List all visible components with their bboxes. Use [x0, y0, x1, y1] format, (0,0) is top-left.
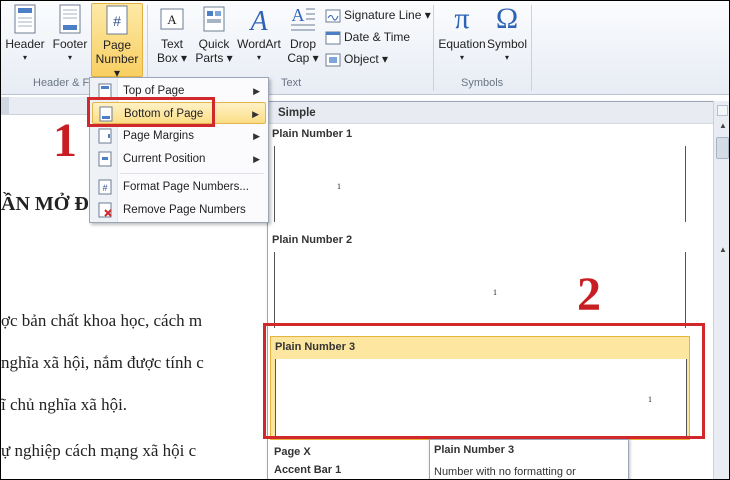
header-button[interactable]: Header ▾: [3, 3, 47, 77]
page-number-button[interactable]: # Page Number ▾: [91, 3, 143, 80]
menu-separator: [120, 173, 264, 174]
scroll-up-icon[interactable]: ▲: [716, 119, 729, 133]
wordart-button[interactable]: A WordArt ▾: [235, 3, 283, 77]
page-number-label-1: Page: [102, 38, 132, 52]
remove-page-numbers-icon: [98, 202, 112, 218]
text-box-label-1: Text: [160, 37, 183, 51]
ruler-toggle-icon[interactable]: [717, 105, 728, 116]
wordart-caret: ▾: [256, 53, 261, 62]
page-number-preview: 1: [337, 182, 341, 191]
gallery-item-title: Plain Number 2: [272, 234, 353, 246]
header-label: Header: [5, 37, 45, 51]
menu-item-label: Current Position: [123, 153, 206, 165]
page-number-preview: 1: [493, 288, 497, 297]
gallery-header: Simple: [268, 102, 713, 124]
highlight-plain-number-3: [263, 323, 705, 439]
doc-line: ợc bản chất khoa học, cách m: [1, 311, 203, 330]
quick-parts-icon: [203, 6, 225, 32]
current-position-icon: [98, 151, 112, 167]
text-box-icon: A: [160, 8, 184, 30]
ruler-margin: [1, 97, 9, 115]
menu-item-label: Page Margins: [123, 130, 194, 142]
signature-icon: [325, 9, 341, 23]
object-icon: [325, 53, 341, 67]
page-number-label-2: Number ▾: [95, 52, 139, 80]
signature-line-label: Signature Line ▾: [344, 8, 431, 22]
page-margins-icon: [98, 128, 112, 144]
gallery-item-accent-bar-1[interactable]: Accent Bar 1: [274, 464, 341, 476]
ribbon-separator: [531, 5, 532, 91]
svg-text:#: #: [113, 13, 121, 29]
scroll-thumb[interactable]: [716, 137, 729, 159]
menu-item-current-position[interactable]: Current Position ▶: [92, 148, 266, 170]
svg-text:A: A: [292, 5, 305, 25]
drop-cap-button[interactable]: A Drop Cap ▾: [285, 3, 321, 77]
svg-text:A: A: [167, 12, 177, 27]
gallery-item-title: Plain Number 1: [272, 128, 353, 140]
quick-parts-button[interactable]: Quick Parts ▾: [194, 3, 234, 77]
symbol-button[interactable]: Ω Symbol ▾: [487, 3, 527, 77]
omega-icon: Ω: [495, 2, 519, 35]
group-symbols-label: Symbols: [461, 77, 504, 89]
symbol-label: Symbol: [487, 37, 528, 51]
footer-icon: [59, 4, 81, 34]
symbol-caret: ▾: [504, 53, 509, 62]
step-2-label: 2: [577, 268, 601, 321]
svg-text:A: A: [248, 6, 268, 35]
vertical-scrollbar[interactable]: ▲ ▲: [713, 101, 729, 479]
group-text-label: Text: [281, 77, 302, 89]
submenu-arrow-icon: ▶: [253, 154, 260, 164]
footer-caret: ▾: [67, 53, 72, 62]
header-caret: ▾: [22, 53, 27, 62]
signature-line-button[interactable]: Signature Line ▾: [325, 5, 431, 25]
wordart-label: WordArt: [237, 37, 281, 51]
equation-label: Equation: [438, 37, 486, 51]
plain-number-2-thumbnail[interactable]: 1: [274, 252, 686, 328]
equation-button[interactable]: π Equation ▾: [437, 3, 487, 77]
date-time-button[interactable]: Date & Time: [325, 27, 410, 47]
page-number-icon: #: [106, 5, 128, 35]
drop-cap-icon: A: [291, 5, 315, 31]
text-box-button[interactable]: A Text Box ▾: [151, 3, 193, 77]
menu-item-label: Remove Page Numbers: [123, 204, 246, 216]
calendar-icon: [325, 31, 341, 45]
submenu-arrow-icon: ▶: [253, 131, 260, 141]
footer-label: Footer: [52, 37, 88, 51]
submenu-arrow-icon: ▶: [252, 109, 259, 119]
word-window: Header ▾ Footer ▾ # Page Number ▾ Header…: [0, 0, 730, 480]
drop-cap-label-1: Drop: [289, 37, 316, 51]
group-header-footer-label: Header & F: [33, 77, 90, 89]
quick-parts-label-2: Parts ▾: [195, 51, 233, 65]
drop-cap-label-2: Cap ▾: [287, 51, 319, 65]
step-1-label: 1: [53, 114, 77, 167]
tooltip: Plain Number 3 Number with no formatting…: [429, 439, 629, 479]
tooltip-title: Plain Number 3: [434, 444, 515, 456]
wordart-icon: A: [248, 6, 268, 35]
gallery-section-page-x: Page X: [274, 446, 311, 458]
footer-button[interactable]: Footer ▾: [49, 3, 91, 77]
object-button[interactable]: Object ▾: [325, 49, 388, 69]
plain-number-1-thumbnail[interactable]: 1: [274, 146, 686, 222]
text-box-label-2: Box ▾: [156, 51, 188, 65]
svg-text:#: #: [102, 183, 107, 193]
format-page-numbers-icon: #: [98, 179, 112, 195]
menu-item-page-margins[interactable]: Page Margins ▶: [92, 125, 266, 147]
menu-item-format-page-numbers[interactable]: # Format Page Numbers...: [92, 176, 266, 198]
doc-line: ự nghiệp cách mạng xã hội c: [1, 441, 197, 460]
menu-item-remove-page-numbers[interactable]: Remove Page Numbers: [92, 199, 266, 221]
object-label: Object ▾: [344, 52, 389, 66]
equation-caret: ▾: [459, 53, 464, 62]
submenu-arrow-icon: ▶: [253, 86, 260, 96]
ribbon-separator: [433, 5, 434, 91]
doc-line: ĩ chủ nghĩa xã hội.: [1, 395, 128, 414]
header-icon: [14, 4, 36, 34]
quick-parts-label-1: Quick: [198, 37, 230, 51]
menu-item-label: Format Page Numbers...: [123, 181, 249, 193]
doc-line: nghĩa xã hội, nắm được tính c: [1, 353, 204, 372]
tooltip-description: Number with no formatting or: [434, 466, 576, 478]
scroll-up-icon[interactable]: ▲: [716, 243, 729, 257]
date-time-label: Date & Time: [344, 30, 411, 44]
pi-icon: π: [454, 2, 470, 35]
highlight-bottom-of-page: [87, 97, 215, 127]
